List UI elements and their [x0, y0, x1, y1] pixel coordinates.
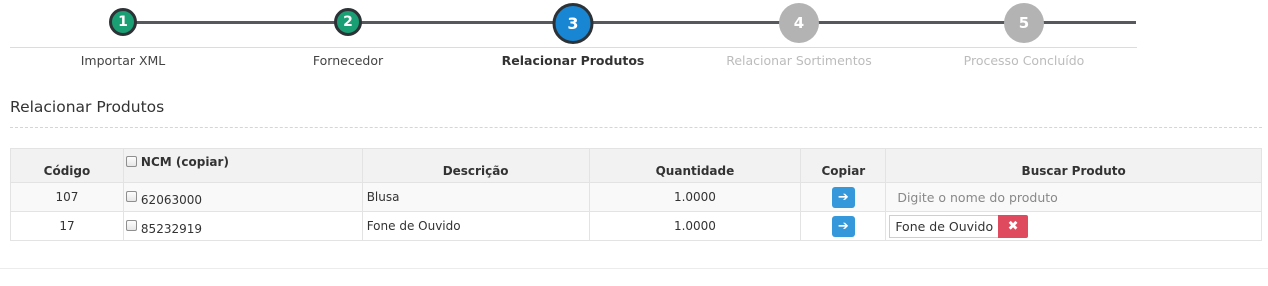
step-number-badge: 1 — [109, 8, 137, 36]
checkbox-icon[interactable] — [125, 156, 137, 167]
product-search-input[interactable]: Digite o nome do produto — [886, 190, 1058, 205]
remove-product-button[interactable]: ✖ — [998, 214, 1029, 238]
cell-ncm: 85232919 — [122, 211, 363, 241]
selected-product: Fone de Ouvido ✖ — [889, 214, 1029, 238]
cell-copiar: ➔ — [800, 182, 887, 212]
footer-divider — [0, 268, 1268, 269]
wizard-step-relacionar-sortimentos: 4 Relacionar Sortimentos — [686, 0, 912, 75]
cell-buscar-produto: Digite o nome do produto — [885, 182, 1262, 212]
cell-copiar: ➔ — [800, 211, 887, 241]
cell-descricao: Fone de Ouvido — [361, 211, 590, 241]
step-number-badge: 5 — [1004, 3, 1044, 43]
copy-button[interactable]: ➔ — [831, 215, 855, 237]
table-header-row: Código NCM (copiar) Descrição Quantidade… — [10, 148, 1262, 183]
wizard-step-fornecedor[interactable]: 2 Fornecedor — [235, 0, 461, 75]
step-number-badge: 2 — [334, 8, 362, 36]
cell-codigo: 17 — [10, 211, 124, 241]
cell-codigo: 107 — [10, 182, 124, 212]
table-row: 17 85232919 Fone de Ouvido 1.0000 ➔ Fone… — [10, 211, 1262, 241]
cell-quantidade: 1.0000 — [588, 182, 802, 212]
arrow-right-icon: ➔ — [837, 189, 849, 205]
cell-quantidade: 1.0000 — [588, 211, 802, 241]
table-row: 107 62063000 Blusa 1.0000 ➔ Digite o nom… — [10, 182, 1262, 212]
section-divider — [10, 127, 1262, 128]
cell-ncm: 62063000 — [122, 182, 363, 212]
header-ncm-label: NCM (copiar) — [140, 155, 229, 169]
step-label: Fornecedor — [312, 53, 384, 68]
section-title: Relacionar Produtos — [10, 98, 165, 116]
wizard-step-processo-concluido: 5 Processo Concluído — [911, 0, 1137, 75]
wizard-step-relacionar-produtos[interactable]: 3 Relacionar Produtos — [460, 0, 686, 75]
close-icon: ✖ — [1007, 218, 1019, 234]
header-buscar-produto: Buscar Produto — [885, 148, 1262, 183]
header-copiar: Copiar — [800, 148, 887, 183]
header-quantidade: Quantidade — [588, 148, 802, 183]
step-number-badge: 4 — [779, 3, 819, 43]
ncm-value: 85232919 — [140, 222, 202, 236]
step-label: Relacionar Sortimentos — [726, 53, 872, 68]
cell-buscar-produto: Fone de Ouvido ✖ — [885, 211, 1262, 241]
arrow-right-icon: ➔ — [837, 218, 849, 234]
selected-product-name: Fone de Ouvido — [889, 214, 999, 238]
ncm-value: 62063000 — [140, 193, 202, 207]
cell-descricao: Blusa — [361, 182, 590, 212]
header-ncm: NCM (copiar) — [122, 148, 363, 183]
header-descricao: Descrição — [361, 148, 590, 183]
wizard-step-importar-xml[interactable]: 1 Importar XML — [10, 0, 236, 75]
header-codigo: Código — [10, 148, 124, 183]
products-table: Código NCM (copiar) Descrição Quantidade… — [10, 148, 1262, 241]
checkbox-icon[interactable] — [125, 191, 137, 202]
step-label: Importar XML — [80, 53, 166, 68]
step-label: Relacionar Produtos — [501, 53, 645, 68]
checkbox-icon[interactable] — [125, 220, 137, 231]
step-label: Processo Concluído — [963, 53, 1085, 68]
step-number-badge: 3 — [552, 3, 594, 44]
copy-button[interactable]: ➔ — [831, 186, 855, 208]
